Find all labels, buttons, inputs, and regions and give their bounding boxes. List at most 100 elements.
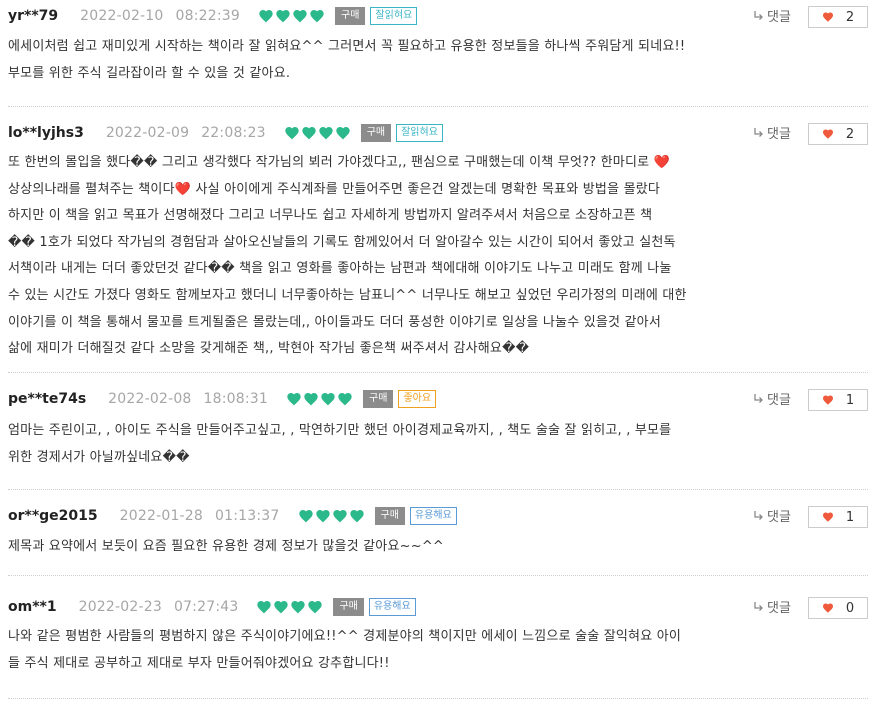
rating-hearts bbox=[256, 599, 323, 615]
reply-label: 댓글 bbox=[767, 393, 791, 408]
rating-heart-icon bbox=[298, 510, 313, 523]
rating-heart-icon bbox=[259, 10, 273, 23]
reviewer-id: lo**lyjhs3 bbox=[8, 125, 84, 141]
reply-arrow-icon bbox=[754, 393, 763, 403]
reply-arrow-icon bbox=[754, 601, 763, 611]
rating-heart-icon bbox=[315, 510, 330, 523]
reply-button[interactable]: 댓글 bbox=[753, 389, 791, 408]
reply-button[interactable]: 댓글 bbox=[753, 506, 791, 525]
rating-hearts bbox=[284, 125, 351, 141]
review-text-line: 서책이라 내게는 더더 좋았던것 같다�� 책을 읽고 영화를 좋아하는 남편과… bbox=[8, 261, 672, 277]
review-text: 또 한번의 몰입을 했다�� 그리고 생각했다 작가님의 뵈러 가야겠다고,, … bbox=[8, 150, 864, 363]
rating-heart-icon bbox=[349, 510, 364, 523]
review-text-line: 또 한번의 몰입을 했다�� 그리고 생각했다 작가님의 뵈러 가야겠다고,, … bbox=[8, 155, 671, 170]
review-date: 2022-02-23 bbox=[78, 599, 162, 615]
reply-button[interactable]: 댓글 bbox=[753, 123, 791, 142]
purchase-badge: 구매 bbox=[333, 598, 364, 616]
review-divider bbox=[8, 106, 868, 107]
rating-heart-icon bbox=[319, 127, 333, 140]
reply-button[interactable]: 댓글 bbox=[753, 6, 791, 25]
review-text-line: 수 있는 시간도 가졌다 영화도 함께보자고 했더니 너무좋아하는 남표니^^ … bbox=[8, 287, 687, 303]
review-text: 에세이처럼 쉽고 재미있게 시작하는 책이라 잘 읽혀요^^ 그러면서 꼭 필요… bbox=[8, 34, 864, 87]
review-divider bbox=[8, 698, 868, 699]
rating-heart-icon bbox=[302, 127, 316, 140]
like-count: 1 bbox=[845, 509, 855, 525]
rating-heart-icon bbox=[310, 10, 324, 23]
review-date: 2022-02-09 bbox=[105, 125, 190, 141]
review-time: 08:22:39 bbox=[175, 8, 241, 24]
rating-heart-icon bbox=[304, 393, 318, 406]
review-item: om**1 2022-02-23 07:27:43 구매 유용해요 댓글 0 나와 같은 평범… bbox=[0, 595, 871, 700]
like-count: 0 bbox=[845, 600, 855, 616]
rating-heart-icon bbox=[293, 10, 307, 23]
review-divider bbox=[8, 575, 868, 576]
review-item: yr**79 2022-02-10 08:22:39 구매 잘읽혀요 댓글 2 에세이처럼 쉽… bbox=[0, 4, 871, 108]
review-time: 07:27:43 bbox=[173, 599, 239, 615]
reply-arrow-icon bbox=[754, 510, 763, 520]
review-date: 2022-02-10 bbox=[80, 8, 164, 24]
review-tag-badge: 잘읽혀요 bbox=[370, 7, 418, 25]
review-item: lo**lyjhs3 2022-02-09 22:08:23 구매 잘읽혀요 댓글 2 또 한… bbox=[0, 121, 871, 374]
reviewer-id: om**1 bbox=[8, 599, 57, 615]
reply-label: 댓글 bbox=[767, 127, 791, 142]
purchase-badge: 구매 bbox=[360, 124, 392, 142]
like-button[interactable]: 2 bbox=[808, 123, 868, 145]
purchase-badge: 구매 bbox=[363, 390, 394, 408]
review-date: 2022-01-28 bbox=[119, 508, 204, 524]
review-time: 01:13:37 bbox=[215, 508, 280, 524]
review-text-line: 제목과 요약에서 보듯이 요즘 필요한 유용한 경제 정보가 많을것 같아요~~… bbox=[8, 539, 445, 554]
review-meta: om**1 2022-02-23 07:27:43 구매 유용해요 bbox=[8, 595, 416, 619]
review-tag-badge: 유용해요 bbox=[409, 507, 457, 525]
review-item: or**ge2015 2022-01-28 01:13:37 구매 유용해요 댓글 1 제목과… bbox=[0, 504, 871, 577]
review-meta: yr**79 2022-02-10 08:22:39 구매 잘읽혀요 bbox=[8, 4, 418, 28]
rating-heart-icon bbox=[321, 393, 335, 406]
review-text-line: 나와 같은 평범한 사람들의 평범하지 않은 주식이야기에요!!^^ 경제분야의… bbox=[8, 629, 682, 644]
like-heart-icon bbox=[822, 512, 833, 522]
reply-arrow-icon bbox=[754, 10, 763, 20]
reply-arrow-icon bbox=[754, 127, 763, 137]
rating-heart-icon bbox=[308, 601, 323, 614]
rating-heart-icon bbox=[336, 127, 350, 140]
review-date: 2022-02-08 bbox=[108, 391, 192, 407]
rating-heart-icon bbox=[257, 601, 272, 614]
review-tag-badge: 잘읽혀요 bbox=[396, 124, 443, 142]
rating-hearts bbox=[258, 8, 325, 24]
rating-heart-icon bbox=[338, 393, 352, 406]
rating-hearts bbox=[298, 508, 365, 524]
rating-heart-icon bbox=[332, 510, 347, 523]
reply-label: 댓글 bbox=[767, 510, 791, 525]
like-heart-icon bbox=[822, 12, 833, 22]
review-text: 제목과 요약에서 보듯이 요즘 필요한 유용한 경제 정보가 많을것 같아요~~… bbox=[8, 534, 864, 561]
review-text-line: �� 1호가 되었다 작가님의 경험담과 살아오신날들의 기록도 함께있어서 더… bbox=[8, 234, 676, 250]
reply-label: 댓글 bbox=[767, 10, 791, 25]
purchase-badge: 구매 bbox=[374, 507, 405, 525]
like-button[interactable]: 1 bbox=[808, 389, 868, 411]
review-tag-badge: 좋아요 bbox=[398, 390, 437, 408]
reviewer-id: pe**te74s bbox=[8, 391, 87, 407]
review-text-line: 삶에 재미가 더해질것 같다 소망을 갖게해준 책,, 박현아 작가님 좋은책 … bbox=[8, 341, 530, 357]
review-item: pe**te74s 2022-02-08 18:08:31 구매 좋아요 댓글 1 엄마는 주… bbox=[0, 387, 871, 491]
like-button[interactable]: 2 bbox=[808, 6, 868, 28]
review-text-line: 상상의나래를 펼쳐주는 책이다❤️ 사실 아이에게 주식계좌를 만들어주면 좋은… bbox=[8, 181, 661, 197]
review-meta: lo**lyjhs3 2022-02-09 22:08:23 구매 잘읽혀요 bbox=[8, 121, 443, 145]
like-heart-icon bbox=[822, 603, 833, 613]
review-divider bbox=[8, 372, 868, 373]
review-tag-badge: 유용해요 bbox=[368, 598, 416, 616]
rating-heart-icon bbox=[285, 127, 299, 140]
purchase-badge: 구매 bbox=[335, 7, 366, 25]
like-button[interactable]: 1 bbox=[808, 506, 868, 528]
like-count: 1 bbox=[845, 392, 855, 408]
like-button[interactable]: 0 bbox=[808, 597, 868, 619]
review-text-line: 엄마는 주린이고, , 아이도 주식을 만들어주고싶고, , 막연하기만 했던 … bbox=[8, 423, 672, 438]
rating-heart-icon bbox=[291, 601, 306, 614]
review-text-line: 하지만 이 책을 읽고 목표가 선명해졌다 그리고 너무나도 쉽고 자세하게 방… bbox=[8, 208, 653, 224]
like-count: 2 bbox=[845, 126, 855, 142]
reply-button[interactable]: 댓글 bbox=[753, 597, 791, 616]
review-meta: pe**te74s 2022-02-08 18:08:31 구매 좋아요 bbox=[8, 387, 437, 411]
reviewer-id: or**ge2015 bbox=[8, 508, 98, 524]
review-divider bbox=[8, 489, 868, 490]
review-text: 엄마는 주린이고, , 아이도 주식을 만들어주고싶고, , 막연하기만 했던 … bbox=[8, 418, 864, 471]
review-text-line: 부모를 위한 주식 길라잡이라 할 수 있을 것 같아요. bbox=[8, 65, 291, 81]
review-time: 18:08:31 bbox=[203, 391, 269, 407]
like-heart-icon bbox=[822, 129, 833, 139]
